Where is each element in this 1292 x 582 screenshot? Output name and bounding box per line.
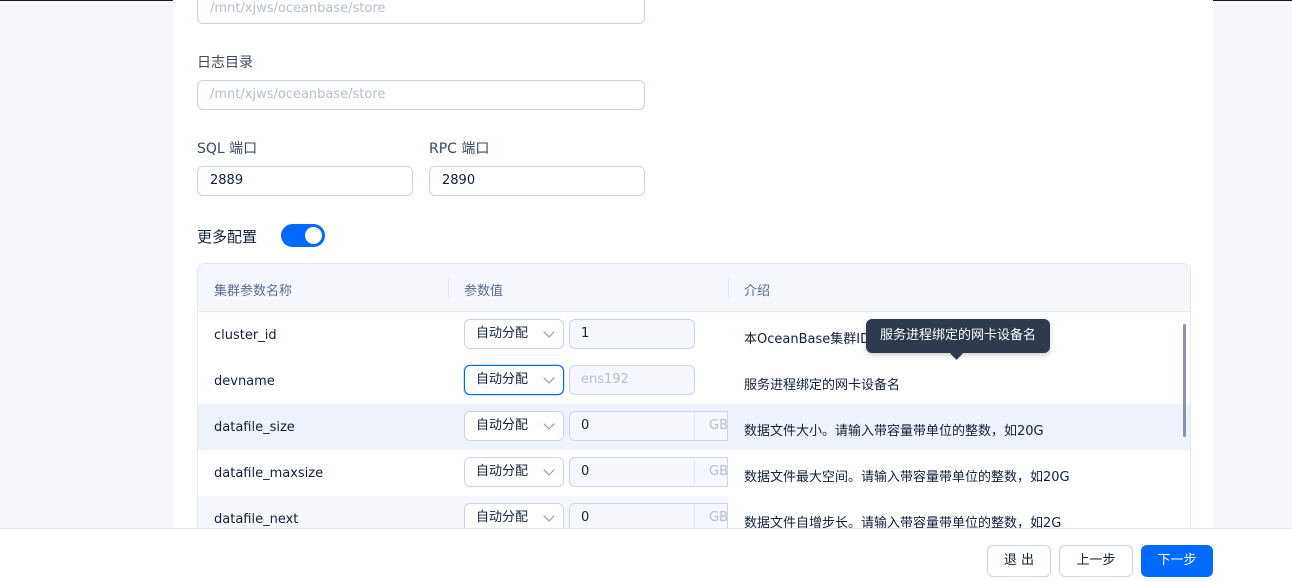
toggle-knob bbox=[305, 227, 322, 244]
param-description: 本OceanBase集群ID bbox=[744, 332, 871, 347]
cluster-params-table: 集群参数名称 参数值 介绍 cluster_id 自动分配 1 本OceanBa… bbox=[197, 263, 1191, 529]
prev-step-button[interactable]: 上一步 bbox=[1059, 545, 1133, 577]
header-divider bbox=[448, 278, 449, 298]
rpc-port-label: RPC 端口 bbox=[429, 141, 490, 157]
table-row: devname 自动分配 ens192 服务进程绑定的网卡设备名 bbox=[198, 358, 1190, 404]
param-name: datafile_maxsize bbox=[214, 466, 324, 481]
unit-addon: GB bbox=[694, 503, 728, 529]
table-row: datafile_maxsize 自动分配 0 GB 数据文件最大空间。请输入带… bbox=[198, 450, 1190, 496]
param-description: 数据文件大小。请输入带容量带单位的整数，如20G bbox=[744, 424, 1044, 439]
footer-bar: 退 出 上一步 下一步 bbox=[0, 528, 1292, 582]
next-step-button[interactable]: 下一步 bbox=[1141, 545, 1213, 577]
param-name: cluster_id bbox=[214, 328, 277, 343]
chevron-down-icon bbox=[543, 510, 555, 522]
chevron-down-icon bbox=[543, 418, 555, 430]
value-mode-select[interactable]: 自动分配 bbox=[464, 457, 564, 487]
table-row: datafile_next 自动分配 0 GB 数据文件自增步长。请输入带容量带… bbox=[198, 496, 1190, 529]
unit-addon: GB bbox=[694, 411, 728, 441]
param-description: 服务进程绑定的网卡设备名 bbox=[744, 378, 901, 393]
param-value-input[interactable]: 0 bbox=[569, 503, 695, 529]
param-name: datafile_next bbox=[214, 512, 299, 527]
tooltip-text: 服务进程绑定的网卡设备名 bbox=[879, 328, 1036, 343]
select-value: 自动分配 bbox=[476, 418, 529, 433]
unit-addon: GB bbox=[694, 457, 728, 487]
param-description: 数据文件自增步长。请输入带容量带单位的整数，如2G bbox=[744, 516, 1062, 529]
select-value: 自动分配 bbox=[476, 372, 529, 387]
chevron-down-icon bbox=[543, 464, 555, 476]
param-value-input[interactable]: ens192 bbox=[569, 365, 695, 395]
data-dir-input[interactable]: /mnt/xjws/oceanbase/store bbox=[197, 0, 645, 24]
value-mode-select[interactable]: 自动分配 bbox=[464, 503, 564, 529]
more-config-label: 更多配置 bbox=[197, 228, 258, 246]
sql-port-label: SQL 端口 bbox=[197, 141, 258, 157]
param-value-input[interactable]: 1 bbox=[569, 319, 695, 349]
param-value-input[interactable]: 0 bbox=[569, 457, 695, 487]
param-value-input[interactable]: 0 bbox=[569, 411, 695, 441]
select-value: 自动分配 bbox=[476, 464, 529, 479]
chevron-down-icon bbox=[543, 372, 555, 384]
param-name: devname bbox=[214, 374, 275, 389]
value-mode-select[interactable]: 自动分配 bbox=[464, 319, 564, 349]
sql-port-input[interactable]: 2889 bbox=[197, 166, 413, 196]
value-mode-select[interactable]: 自动分配 bbox=[464, 411, 564, 441]
table-header: 集群参数名称 参数值 介绍 bbox=[198, 264, 1190, 312]
table-scrollbar[interactable] bbox=[1183, 324, 1186, 437]
log-dir-input[interactable]: /mnt/xjws/oceanbase/store bbox=[197, 80, 645, 110]
chevron-down-icon bbox=[543, 326, 555, 338]
param-name: datafile_size bbox=[214, 420, 295, 435]
select-value: 自动分配 bbox=[476, 326, 529, 341]
more-config-toggle[interactable] bbox=[281, 224, 325, 247]
description-tooltip: 服务进程绑定的网卡设备名 bbox=[866, 319, 1050, 360]
rpc-port-input[interactable]: 2890 bbox=[429, 166, 645, 196]
select-value: 自动分配 bbox=[476, 510, 529, 525]
header-description: 介绍 bbox=[744, 284, 771, 299]
header-param-name: 集群参数名称 bbox=[214, 284, 293, 299]
param-description: 数据文件最大空间。请输入带容量带单位的整数，如20G bbox=[744, 470, 1070, 485]
value-mode-select[interactable]: 自动分配 bbox=[464, 365, 564, 395]
header-param-value: 参数值 bbox=[464, 284, 504, 299]
table-row: datafile_size 自动分配 0 GB 数据文件大小。请输入带容量带单位… bbox=[198, 404, 1190, 450]
exit-button[interactable]: 退 出 bbox=[987, 545, 1051, 577]
log-dir-label: 日志目录 bbox=[197, 55, 253, 71]
header-divider bbox=[728, 278, 729, 298]
